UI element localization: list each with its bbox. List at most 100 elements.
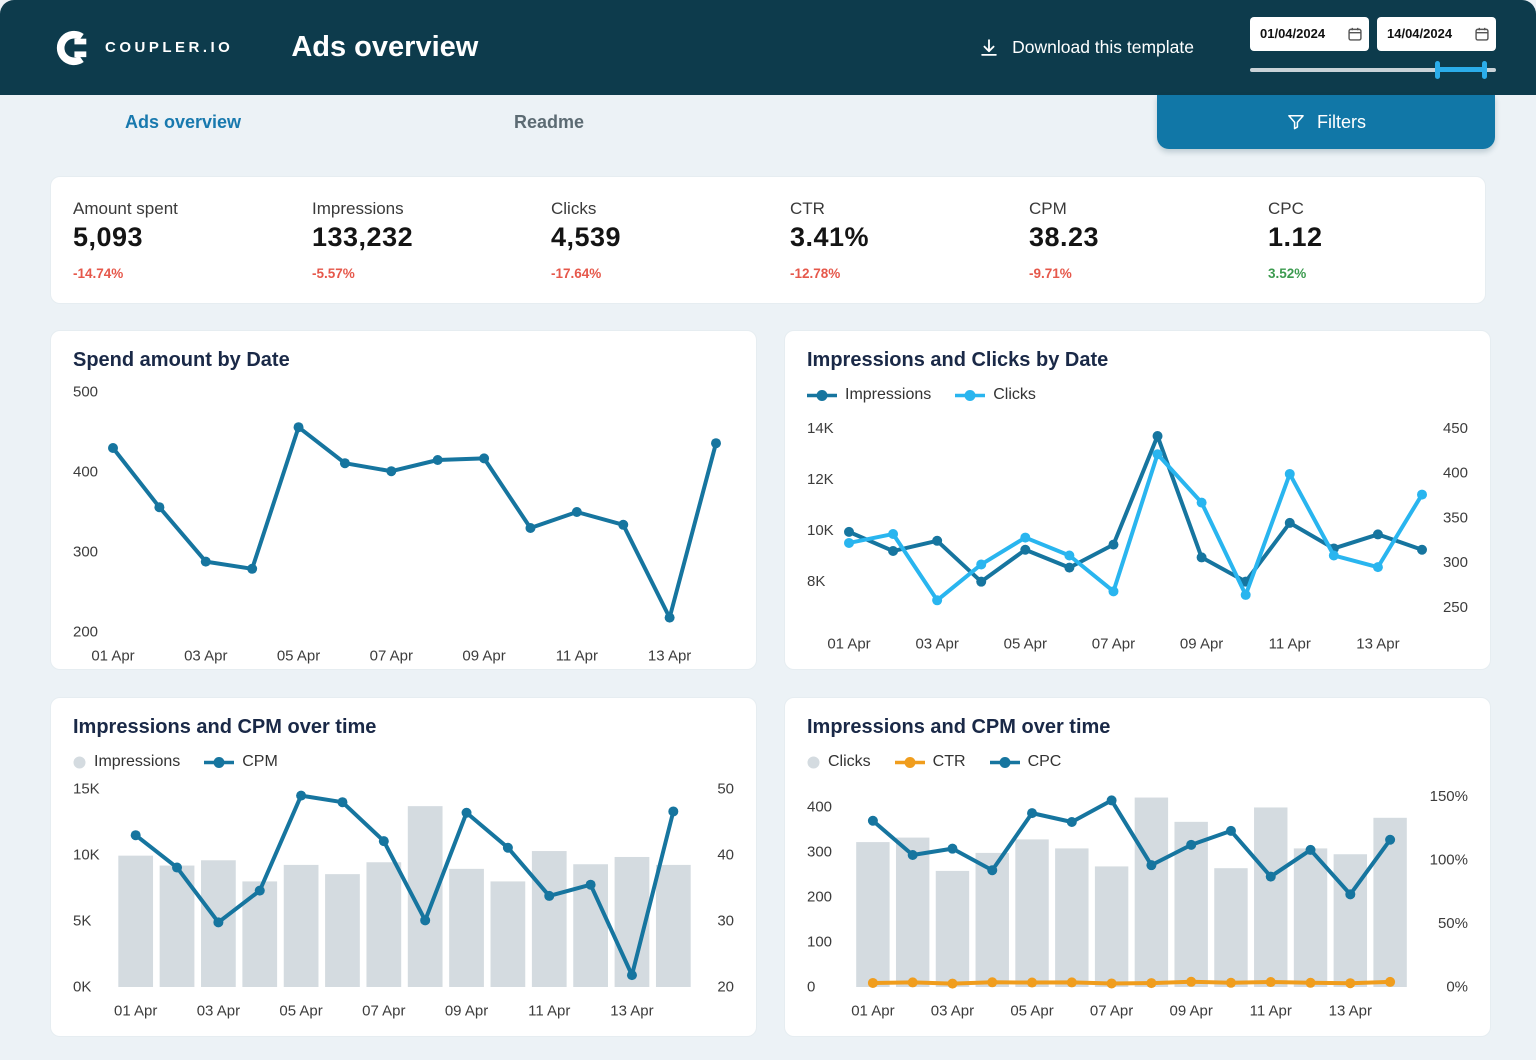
- chart-plot: 14K 12K 10K 8K 450 400 350 300 250 01 Apr 03 Apr 05…: [807, 420, 1468, 653]
- legend-cpm: CPM: [204, 753, 278, 771]
- svg-text:12K: 12K: [807, 471, 834, 488]
- filter-icon: [1288, 115, 1304, 130]
- legend-marker-icon: [989, 756, 1020, 768]
- kpi-cpc: CPC 1.12 3.52%: [1246, 199, 1485, 303]
- svg-text:20: 20: [717, 979, 734, 996]
- svg-text:200: 200: [73, 624, 98, 641]
- series-impressions-bars: [118, 806, 691, 987]
- kpi-value: 1.12: [1268, 222, 1323, 252]
- coupler-logo[interactable]: COUPLER.IO: [54, 29, 233, 67]
- svg-text:200: 200: [807, 889, 832, 906]
- date-range-slider[interactable]: [1250, 60, 1496, 79]
- legend-label: CPC: [1027, 753, 1062, 770]
- svg-text:03 Apr: 03 Apr: [184, 648, 227, 665]
- kpi-label: CTR: [790, 199, 825, 218]
- legend-marker-icon: [807, 756, 820, 768]
- calendar-icon: [1475, 27, 1489, 41]
- kpi-delta: -12.78%: [790, 266, 841, 281]
- slider-selected-range: [1434, 67, 1484, 72]
- legend-cpc: CPC: [989, 753, 1062, 771]
- legend-marker-icon: [894, 756, 925, 768]
- filters-label: Filters: [1317, 111, 1366, 132]
- svg-text:07 Apr: 07 Apr: [1090, 1003, 1133, 1020]
- svg-text:11 Apr: 11 Apr: [1269, 636, 1311, 653]
- date-from-input[interactable]: 01/04/2024: [1250, 16, 1369, 51]
- date-to-input[interactable]: 14/04/2024: [1377, 16, 1496, 51]
- kpi-label: CPC: [1268, 199, 1304, 218]
- svg-text:09 Apr: 09 Apr: [445, 1003, 488, 1020]
- svg-text:8K: 8K: [807, 573, 825, 590]
- filters-button[interactable]: Filters: [1157, 95, 1495, 149]
- kpi-delta: -9.71%: [1029, 266, 1072, 281]
- svg-text:13 Apr: 13 Apr: [648, 648, 691, 665]
- download-label: Download this template: [1012, 37, 1194, 57]
- brand-name: COUPLER.IO: [105, 39, 234, 56]
- download-template-button[interactable]: Download this template: [978, 37, 1194, 59]
- svg-text:13 Apr: 13 Apr: [1329, 1003, 1372, 1020]
- kpi-amount-spent: Amount spent 5,093 -14.74%: [51, 199, 290, 303]
- svg-text:500: 500: [73, 384, 98, 401]
- kpi-delta: -14.74%: [73, 266, 124, 281]
- kpi-delta: 3.52%: [1268, 266, 1307, 281]
- legend-clicks: Clicks: [955, 386, 1036, 404]
- svg-text:03 Apr: 03 Apr: [931, 1003, 974, 1020]
- kpi-summary-card: Amount spent 5,093 -14.74% Impressions 1…: [50, 176, 1486, 304]
- legend-marker-icon: [73, 756, 86, 768]
- ads-overview-dashboard: COUPLER.IO Ads overview Download this te…: [0, 0, 1536, 1037]
- kpi-value: 3.41%: [790, 222, 870, 252]
- svg-text:400: 400: [73, 464, 98, 481]
- slider-handle-left[interactable]: [1434, 60, 1440, 79]
- svg-text:50: 50: [717, 781, 734, 798]
- svg-text:15K: 15K: [73, 781, 100, 798]
- chart-card-impressions-clicks: Impressions and Clicks by Date Impressio…: [784, 330, 1491, 670]
- chart-plot: 500 400 300 200 01 Apr 03 Apr 05 Apr 07 Apr 09 A…: [73, 384, 721, 665]
- chart-spend-canvas: 500 400 300 200 01 Apr 03 Apr 05 Apr 07 Apr 09 A…: [73, 380, 734, 666]
- kpi-cpm: CPM 38.23 -9.71%: [1007, 199, 1246, 303]
- svg-text:05 Apr: 05 Apr: [277, 648, 320, 665]
- svg-text:150%: 150%: [1430, 788, 1468, 805]
- series-clicks-bars: [856, 797, 1407, 987]
- chart-card-impressions-cpm: Impressions and CPM over time Impression…: [50, 697, 757, 1037]
- chart-plot: 15K 10K 5K 0K 50 40 30 20 01 Apr 03 Apr 05 Apr 07 A…: [73, 781, 734, 1020]
- kpi-delta: -17.64%: [551, 266, 602, 281]
- kpi-label: Clicks: [551, 199, 597, 218]
- chart-legend: Clicks CTR CPC: [807, 747, 1468, 777]
- svg-text:100%: 100%: [1430, 852, 1468, 869]
- chart-card-clicks-ctr-cpc: Impressions and CPM over time Clicks CTR C…: [784, 697, 1491, 1037]
- kpi-value: 133,232: [312, 222, 414, 252]
- svg-text:13 Apr: 13 Apr: [610, 1003, 653, 1020]
- svg-text:11 Apr: 11 Apr: [1250, 1003, 1292, 1020]
- download-icon: [981, 38, 997, 56]
- chart-title: Impressions and Clicks by Date: [807, 349, 1109, 371]
- slider-handle-right[interactable]: [1481, 60, 1487, 79]
- legend-impressions: Impressions: [807, 386, 931, 404]
- svg-text:350: 350: [1443, 509, 1468, 526]
- svg-text:05 Apr: 05 Apr: [279, 1003, 322, 1020]
- svg-text:300: 300: [1443, 554, 1468, 571]
- charts-grid: Spend amount by Date 500 400 300 200 01 Apr 0…: [50, 330, 1491, 1037]
- svg-text:400: 400: [807, 799, 832, 816]
- kpi-value: 38.23: [1029, 222, 1100, 252]
- chart-legend: Impressions CPM: [73, 747, 734, 777]
- svg-text:0K: 0K: [73, 979, 91, 996]
- tab-ads-overview[interactable]: Ads overview: [0, 95, 366, 150]
- chart-impressions-cpm-canvas: 15K 10K 5K 0K 50 40 30 20 01 Apr 03 Apr 05 Apr 07 A…: [73, 777, 734, 1021]
- legend-label: Impressions: [94, 753, 181, 770]
- svg-text:01 Apr: 01 Apr: [114, 1003, 157, 1020]
- svg-text:13 Apr: 13 Apr: [1356, 636, 1399, 653]
- svg-text:11 Apr: 11 Apr: [528, 1003, 570, 1020]
- kpi-value: 5,093: [73, 222, 144, 252]
- svg-text:07 Apr: 07 Apr: [370, 648, 413, 665]
- legend-label: Clicks: [993, 386, 1036, 403]
- calendar-icon: [1348, 27, 1362, 41]
- date-to-value: 14/04/2024: [1387, 26, 1453, 41]
- legend-label: CTR: [932, 753, 966, 770]
- svg-text:0: 0: [807, 979, 815, 996]
- svg-text:01 Apr: 01 Apr: [851, 1003, 894, 1020]
- tab-readme[interactable]: Readme: [366, 95, 732, 150]
- chart-plot: 400 300 200 100 0 150% 100% 50% 0% 01 Apr 03 Apr 05…: [807, 788, 1468, 1020]
- kpi-label: Amount spent: [73, 199, 178, 218]
- kpi-value: 4,539: [551, 222, 622, 252]
- header-right: Download this template 01/04/2024 14/04/…: [978, 16, 1496, 79]
- svg-text:10K: 10K: [807, 522, 834, 539]
